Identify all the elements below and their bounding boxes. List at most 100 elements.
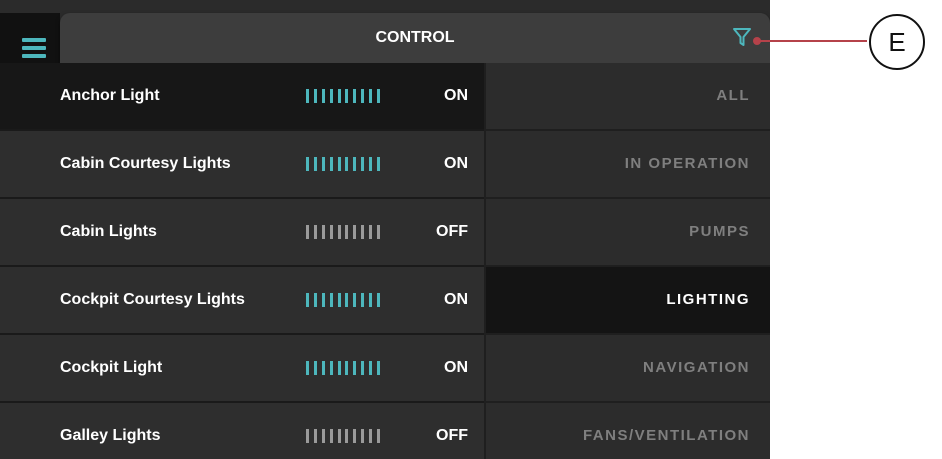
level-bar bbox=[345, 157, 349, 171]
level-bar bbox=[306, 293, 309, 307]
level-bar bbox=[329, 293, 333, 307]
level-bar bbox=[361, 429, 365, 443]
level-bar bbox=[345, 89, 349, 103]
level-bar bbox=[369, 89, 372, 103]
level-bar bbox=[306, 89, 309, 103]
level-bar bbox=[329, 361, 333, 375]
device-name: Cabin Courtesy Lights bbox=[60, 155, 231, 172]
level-bar bbox=[329, 225, 333, 239]
level-bar bbox=[361, 89, 365, 103]
level-indicator bbox=[306, 89, 380, 103]
level-bar bbox=[337, 361, 341, 375]
level-bar bbox=[376, 225, 380, 239]
level-bar bbox=[376, 293, 380, 307]
level-indicator bbox=[306, 225, 380, 239]
level-bar bbox=[353, 225, 357, 239]
header-bar: CONTROL bbox=[60, 13, 770, 63]
level-bar bbox=[321, 361, 325, 375]
category-filter-list: ALL IN OPERATION PUMPS LIGHTING NAVIGATI… bbox=[484, 63, 770, 459]
level-bar bbox=[353, 89, 357, 103]
level-bar bbox=[361, 361, 365, 375]
level-bar bbox=[345, 361, 349, 375]
device-state[interactable]: ON bbox=[444, 63, 468, 129]
level-bar bbox=[376, 361, 380, 375]
category-navigation[interactable]: NAVIGATION bbox=[484, 335, 770, 403]
device-name: Cabin Lights bbox=[60, 223, 157, 240]
category-label: FANS/VENTILATION bbox=[582, 427, 750, 444]
level-bar bbox=[369, 429, 372, 443]
level-bar bbox=[376, 429, 380, 443]
control-screen: CONTROL Anchor Light ON Cabin Courtesy L… bbox=[0, 0, 770, 459]
level-bar bbox=[361, 157, 365, 171]
level-bar bbox=[345, 293, 349, 307]
level-bar bbox=[369, 293, 372, 307]
level-bar bbox=[353, 157, 357, 171]
category-label: NAVIGATION bbox=[643, 359, 750, 376]
category-in-operation[interactable]: IN OPERATION bbox=[484, 131, 770, 199]
level-bar bbox=[353, 293, 357, 307]
category-pumps[interactable]: PUMPS bbox=[484, 199, 770, 267]
device-list: Anchor Light ON Cabin Courtesy Lights ON… bbox=[0, 63, 484, 459]
level-bar bbox=[306, 361, 309, 375]
category-all[interactable]: ALL bbox=[484, 63, 770, 131]
list-item[interactable]: Cockpit Light ON bbox=[0, 335, 484, 403]
callout-label: E bbox=[869, 14, 925, 70]
level-bar bbox=[353, 361, 357, 375]
category-label: IN OPERATION bbox=[624, 155, 750, 172]
device-state[interactable]: ON bbox=[444, 131, 468, 197]
level-bar bbox=[369, 157, 372, 171]
list-item[interactable]: Anchor Light ON bbox=[0, 63, 484, 131]
filter-icon[interactable] bbox=[732, 26, 752, 48]
level-bar bbox=[306, 225, 309, 239]
level-bar bbox=[313, 361, 317, 375]
device-state[interactable]: ON bbox=[444, 335, 468, 401]
device-name: Galley Lights bbox=[60, 427, 161, 444]
level-bar bbox=[306, 429, 309, 443]
level-bar bbox=[313, 157, 317, 171]
menu-strip bbox=[0, 13, 60, 63]
level-bar bbox=[376, 89, 380, 103]
level-bar bbox=[313, 89, 317, 103]
category-label: ALL bbox=[716, 87, 750, 104]
level-bar bbox=[337, 89, 341, 103]
category-label: PUMPS bbox=[689, 223, 750, 240]
callout-pointer-line bbox=[757, 40, 867, 42]
level-bar bbox=[337, 157, 341, 171]
device-state[interactable]: OFF bbox=[436, 403, 468, 459]
level-bar bbox=[345, 429, 349, 443]
list-item[interactable]: Cockpit Courtesy Lights ON bbox=[0, 267, 484, 335]
list-item[interactable]: Cabin Lights OFF bbox=[0, 199, 484, 267]
level-bar bbox=[306, 157, 309, 171]
level-bar bbox=[321, 89, 325, 103]
level-bar bbox=[321, 225, 325, 239]
category-label: LIGHTING bbox=[666, 291, 750, 308]
level-indicator bbox=[306, 157, 380, 171]
level-bar bbox=[329, 89, 333, 103]
device-state[interactable]: OFF bbox=[436, 199, 468, 265]
level-bar bbox=[369, 225, 372, 239]
level-bar bbox=[313, 225, 317, 239]
level-indicator bbox=[306, 361, 380, 375]
level-bar bbox=[361, 225, 365, 239]
level-bar bbox=[321, 293, 325, 307]
level-indicator bbox=[306, 293, 380, 307]
level-bar bbox=[313, 293, 317, 307]
level-bar bbox=[353, 429, 357, 443]
page-title: CONTROL bbox=[375, 29, 455, 46]
hamburger-menu-icon[interactable] bbox=[22, 38, 46, 58]
level-bar bbox=[361, 293, 365, 307]
device-name: Cockpit Courtesy Lights bbox=[60, 291, 245, 308]
level-bar bbox=[329, 157, 333, 171]
level-bar bbox=[345, 225, 349, 239]
category-lighting[interactable]: LIGHTING bbox=[484, 267, 770, 335]
device-name: Cockpit Light bbox=[60, 359, 163, 376]
list-item[interactable]: Galley Lights OFF bbox=[0, 403, 484, 459]
level-bar bbox=[313, 429, 317, 443]
level-bar bbox=[337, 225, 341, 239]
category-fans-ventilation[interactable]: FANS/VENTILATION bbox=[484, 403, 770, 459]
level-indicator bbox=[306, 429, 380, 443]
level-bar bbox=[329, 429, 333, 443]
list-item[interactable]: Cabin Courtesy Lights ON bbox=[0, 131, 484, 199]
device-name: Anchor Light bbox=[60, 87, 160, 104]
device-state[interactable]: ON bbox=[444, 267, 468, 333]
